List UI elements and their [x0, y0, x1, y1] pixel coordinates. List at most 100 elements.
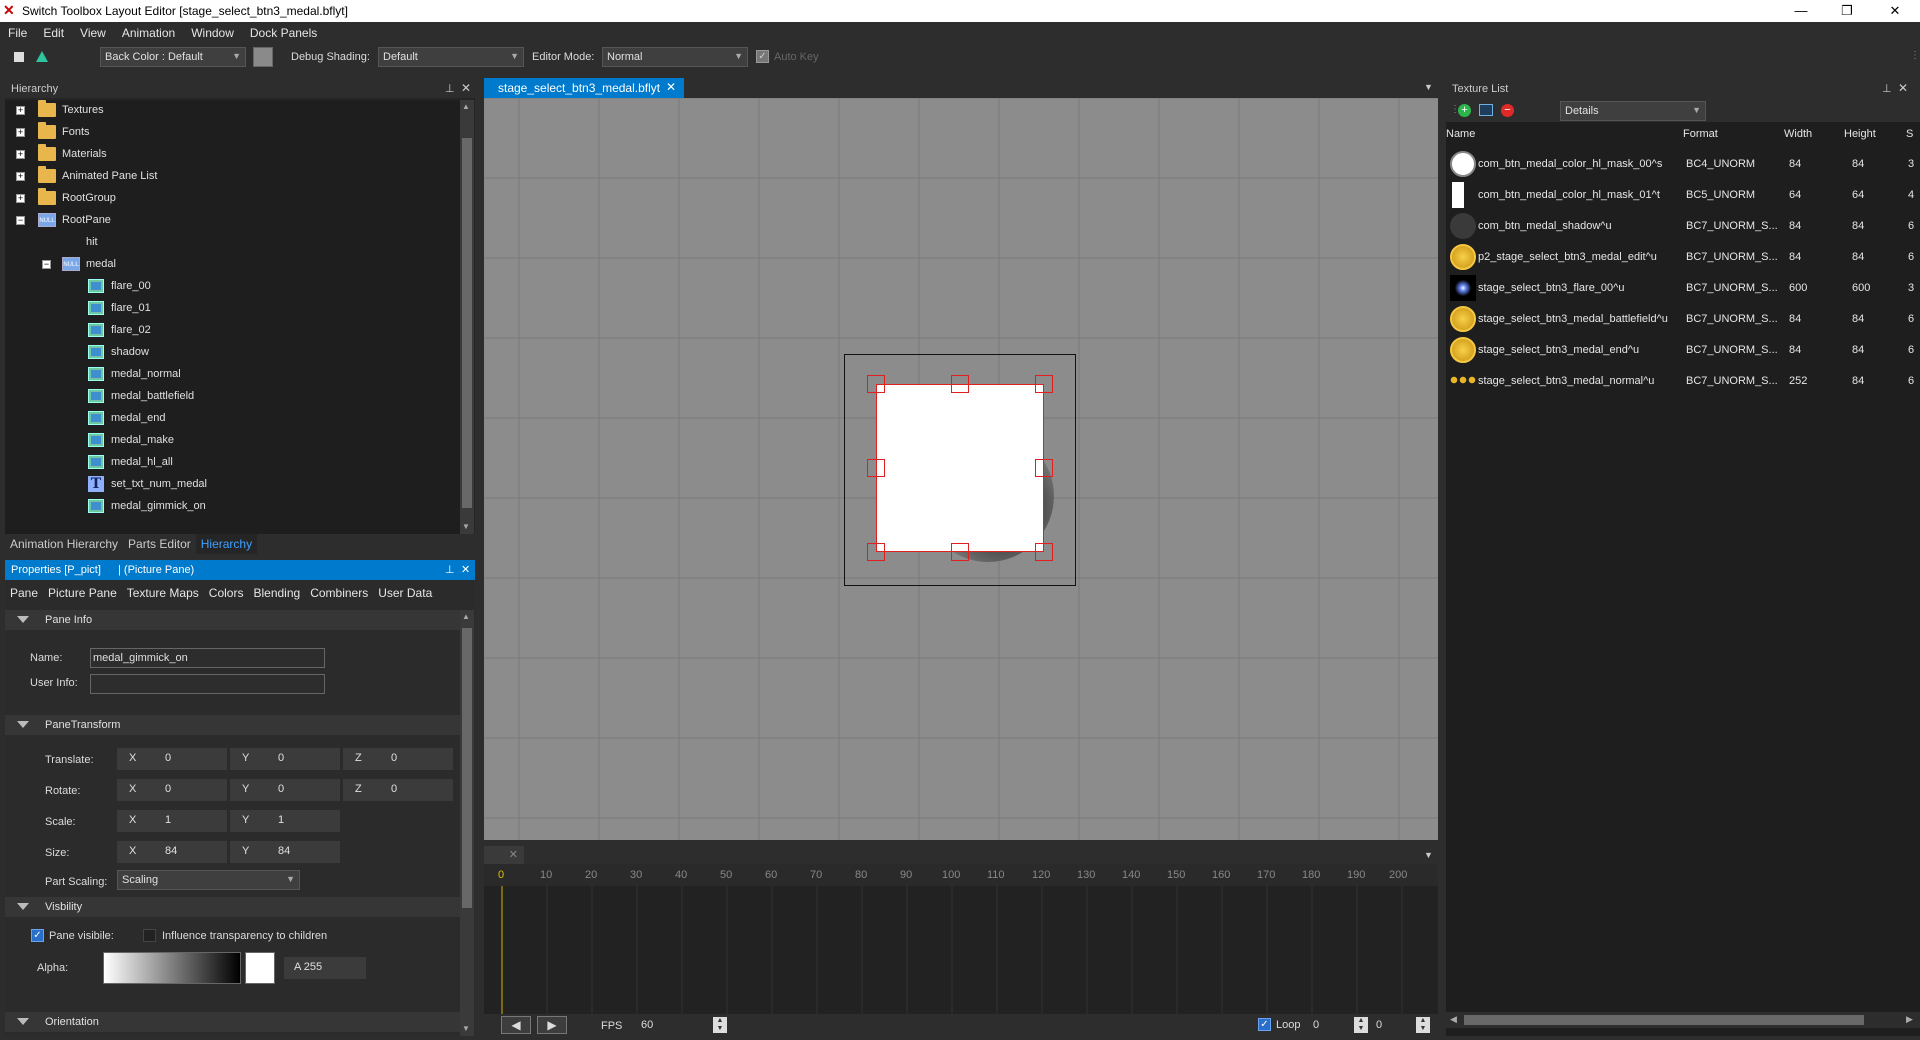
tree-item-medal-battlefield[interactable]: medal_battlefield — [5, 386, 460, 408]
column-height[interactable]: Height — [1844, 128, 1876, 140]
tab-animation-hierarchy[interactable]: Animation Hierarchy — [5, 534, 123, 554]
document-tab[interactable]: stage_select_btn3_medal.bflyt ✕ — [484, 78, 684, 98]
expand-icon[interactable]: + — [16, 194, 25, 203]
translate-z-field[interactable]: Z0 — [343, 748, 453, 770]
size-x-field[interactable]: X 84 — [117, 841, 227, 863]
image-icon[interactable] — [1479, 104, 1493, 116]
texture-row[interactable]: stage_select_btn3_medal_end^u BC7_UNORM_S… — [1446, 334, 1920, 365]
resize-handle-bottom[interactable] — [951, 543, 969, 561]
close-panel-icon[interactable]: ✕ — [461, 563, 470, 576]
texture-row[interactable]: stage_select_btn3_flare_00^u BC7_UNORM_S.… — [1446, 272, 1920, 303]
resize-handle-bottom-right[interactable] — [1035, 543, 1053, 561]
close-panel-icon[interactable]: ✕ — [461, 81, 471, 95]
tree-item-materials[interactable]: + Materials — [5, 144, 460, 166]
expand-icon[interactable]: + — [16, 150, 25, 159]
alpha-color-swatch[interactable] — [245, 952, 275, 984]
tree-item-set-txt-num-medal[interactable]: Tset_txt_num_medal — [5, 474, 460, 496]
name-field[interactable]: medal_gimmick_on — [90, 648, 325, 668]
close-button[interactable]: ✕ — [1872, 0, 1918, 22]
scroll-thumb[interactable] — [462, 628, 472, 908]
column-size[interactable]: S — [1906, 128, 1913, 140]
tab-hierarchy[interactable]: Hierarchy — [195, 534, 258, 554]
pin-icon[interactable]: ⊥ — [1882, 82, 1892, 95]
resize-handle-top[interactable] — [951, 375, 969, 393]
menu-edit[interactable]: Edit — [35, 22, 72, 40]
tab-user-data[interactable]: User Data — [373, 584, 437, 602]
expand-icon[interactable]: + — [16, 106, 25, 115]
expand-icon[interactable]: + — [16, 172, 25, 181]
tree-item-medal-make[interactable]: medal_make — [5, 430, 460, 452]
tree-item-rootgroup[interactable]: + RootGroup — [5, 188, 460, 210]
frame-spinner[interactable]: ▲ ▼ — [1416, 1017, 1430, 1033]
close-tab-icon[interactable]: ✕ — [666, 80, 676, 94]
loop-checkbox[interactable]: ✓ — [1258, 1018, 1271, 1031]
tree-item-flare-02[interactable]: flare_02 — [5, 320, 460, 342]
rotate-z-field[interactable]: Z0 — [343, 779, 453, 801]
collapse-icon[interactable]: − — [42, 260, 51, 269]
column-name[interactable]: Name — [1446, 128, 1475, 140]
timeline-track[interactable]: 0 10 20 30 40 50 60 70 80 90 100 110 120… — [484, 864, 1438, 1014]
expand-icon[interactable]: + — [16, 128, 25, 137]
resize-handle-bottom-left[interactable] — [867, 543, 885, 561]
maximize-button[interactable]: ❐ — [1824, 0, 1870, 22]
texture-row[interactable]: p2_stage_select_btn3_medal_edit^u BC7_UNO… — [1446, 241, 1920, 272]
size-y-field[interactable]: Y 84 — [230, 841, 340, 863]
alpha-gradient-slider[interactable] — [103, 952, 241, 984]
tree-item-fonts[interactable]: + Fonts — [5, 122, 460, 144]
scale-y-field[interactable]: Y1 — [230, 810, 340, 832]
tree-item-medal[interactable]: − NULL medal — [5, 254, 460, 276]
texture-row[interactable]: com_btn_medal_color_hl_mask_01^t BC5_UNOR… — [1446, 179, 1920, 210]
close-tab-icon[interactable]: ✕ — [484, 846, 524, 864]
rotate-x-field[interactable]: X0 — [117, 779, 227, 801]
debug-shading-dropdown[interactable]: Default ▼ — [378, 47, 524, 67]
texture-row[interactable]: stage_select_btn3_medal_normal^u BC7_UNOR… — [1446, 365, 1920, 396]
pane-visible-checkbox[interactable]: ✓ — [31, 929, 44, 942]
remove-texture-icon[interactable]: − — [1501, 104, 1514, 117]
pin-icon[interactable]: ⊥ — [445, 563, 455, 576]
frame-value[interactable]: 0 — [1376, 1019, 1382, 1031]
menu-file[interactable]: File — [0, 22, 35, 40]
play-mode-icon[interactable] — [36, 51, 48, 62]
save-icon[interactable] — [14, 52, 24, 62]
minimize-button[interactable]: — — [1778, 0, 1824, 22]
editor-mode-dropdown[interactable]: Normal ▼ — [602, 47, 748, 67]
influence-transparency-checkbox[interactable] — [143, 929, 156, 942]
menu-view[interactable]: View — [72, 22, 114, 40]
close-panel-icon[interactable]: ✕ — [1898, 81, 1908, 95]
tab-parts-editor[interactable]: Parts Editor — [123, 534, 196, 554]
tree-item-textures[interactable]: + Textures — [5, 100, 460, 122]
scroll-up-icon[interactable]: ▲ — [462, 102, 470, 111]
scroll-thumb[interactable] — [462, 138, 472, 508]
rotate-y-field[interactable]: Y0 — [230, 779, 340, 801]
tree-item-hit[interactable]: hit — [5, 232, 460, 254]
scroll-thumb[interactable] — [1464, 1015, 1864, 1025]
next-frame-button[interactable]: ▶ — [537, 1016, 567, 1034]
resize-handle-left[interactable] — [867, 459, 885, 477]
tree-item-shadow[interactable]: shadow — [5, 342, 460, 364]
part-scaling-dropdown[interactable]: Scaling ▼ — [117, 870, 300, 890]
collapse-icon[interactable]: − — [16, 216, 25, 225]
translate-y-field[interactable]: Y0 — [230, 748, 340, 770]
texture-row[interactable]: stage_select_btn3_medal_battlefield^u BC7… — [1446, 303, 1920, 334]
fps-value[interactable]: 60 — [641, 1019, 653, 1031]
column-width[interactable]: Width — [1784, 128, 1812, 140]
loop-start-value[interactable]: 0 — [1313, 1019, 1319, 1031]
scroll-down-icon[interactable]: ▼ — [462, 522, 470, 531]
tab-list-dropdown-icon[interactable]: ▼ — [1424, 82, 1433, 92]
resize-handle-top-right[interactable] — [1035, 375, 1053, 393]
scroll-up-icon[interactable]: ▲ — [462, 612, 470, 621]
fps-spinner[interactable]: ▲ ▼ — [713, 1017, 727, 1033]
tree-item-medal-normal[interactable]: medal_normal — [5, 364, 460, 386]
tree-item-flare-00[interactable]: flare_00 — [5, 276, 460, 298]
texture-row[interactable]: com_btn_medal_shadow^u BC7_UNORM_S... 84 84… — [1446, 210, 1920, 241]
pin-icon[interactable]: ⊥ — [445, 82, 455, 95]
tree-item-medal-hl-all[interactable]: medal_hl_all — [5, 452, 460, 474]
menu-dock-panels[interactable]: Dock Panels — [242, 22, 325, 40]
tree-item-rootpane[interactable]: − NULL RootPane — [5, 210, 460, 232]
back-color-swatch[interactable] — [253, 47, 273, 67]
menu-window[interactable]: Window — [183, 22, 242, 40]
selected-pane-medal-gimmick-on[interactable] — [876, 384, 1044, 552]
tree-item-medal-end[interactable]: medal_end — [5, 408, 460, 430]
section-orientation[interactable]: Orientation — [5, 1012, 460, 1032]
toolbar-overflow-icon[interactable]: ⋮ — [1910, 50, 1920, 61]
